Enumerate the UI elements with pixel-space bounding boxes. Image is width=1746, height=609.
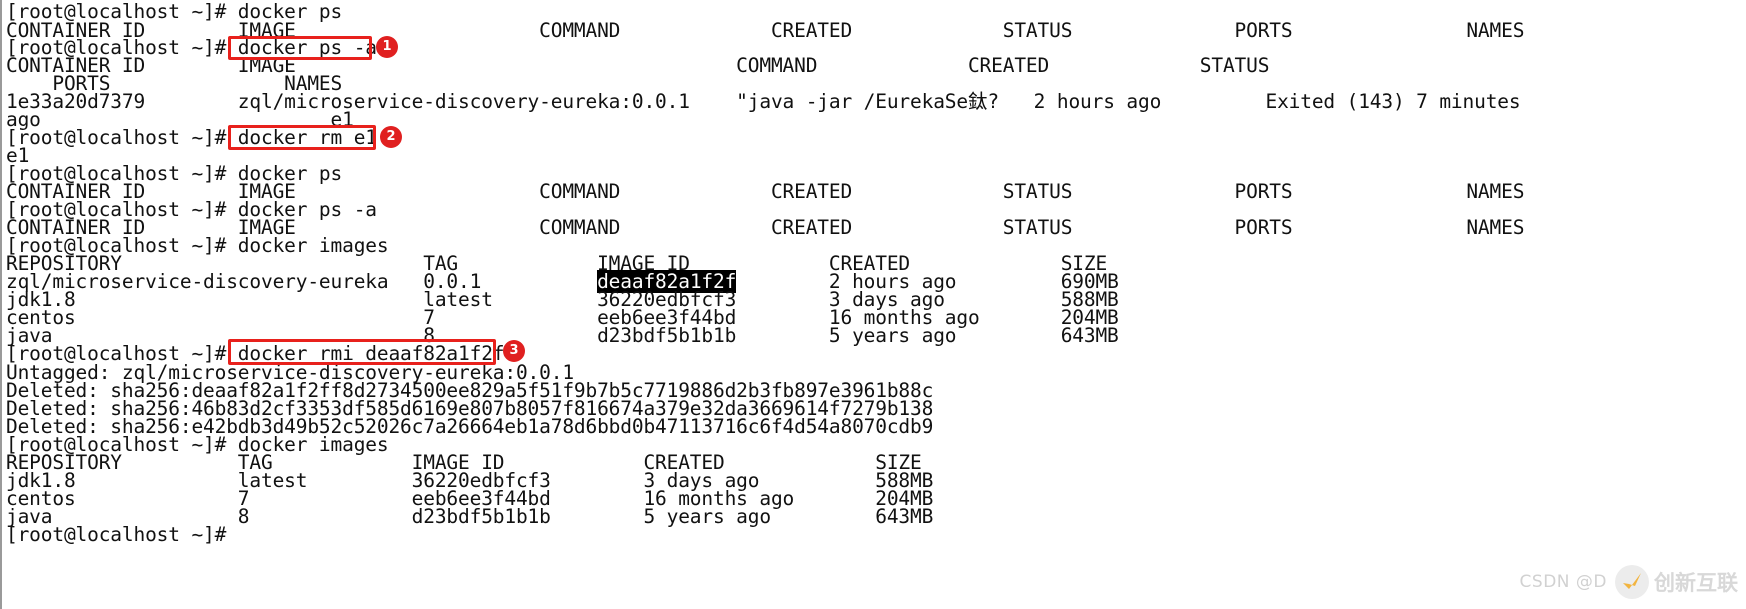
- watermark-logo: 创新互联: [1615, 565, 1738, 599]
- checkmark-icon: [1615, 565, 1649, 599]
- terminal-line: [root@localhost ~]# docker rm e1: [6, 126, 377, 149]
- terminal-screenshot: [root@localhost ~]# docker ps CONTAINER I…: [0, 0, 1746, 609]
- watermark-brand-text: 创新互联: [1654, 571, 1738, 595]
- watermark: CSDN @D 创新互联: [1520, 565, 1738, 599]
- window-left-border: [0, 0, 2, 609]
- terminal-output[interactable]: [root@localhost ~]# docker ps CONTAINER I…: [6, 0, 1746, 609]
- watermark-csdn-text: CSDN @D: [1519, 572, 1607, 592]
- terminal-line: [root@localhost ~]#: [6, 523, 227, 546]
- step-badge-1: 1: [376, 36, 398, 58]
- step-badge-2: 2: [380, 126, 402, 148]
- step-badge-3: 3: [503, 340, 525, 362]
